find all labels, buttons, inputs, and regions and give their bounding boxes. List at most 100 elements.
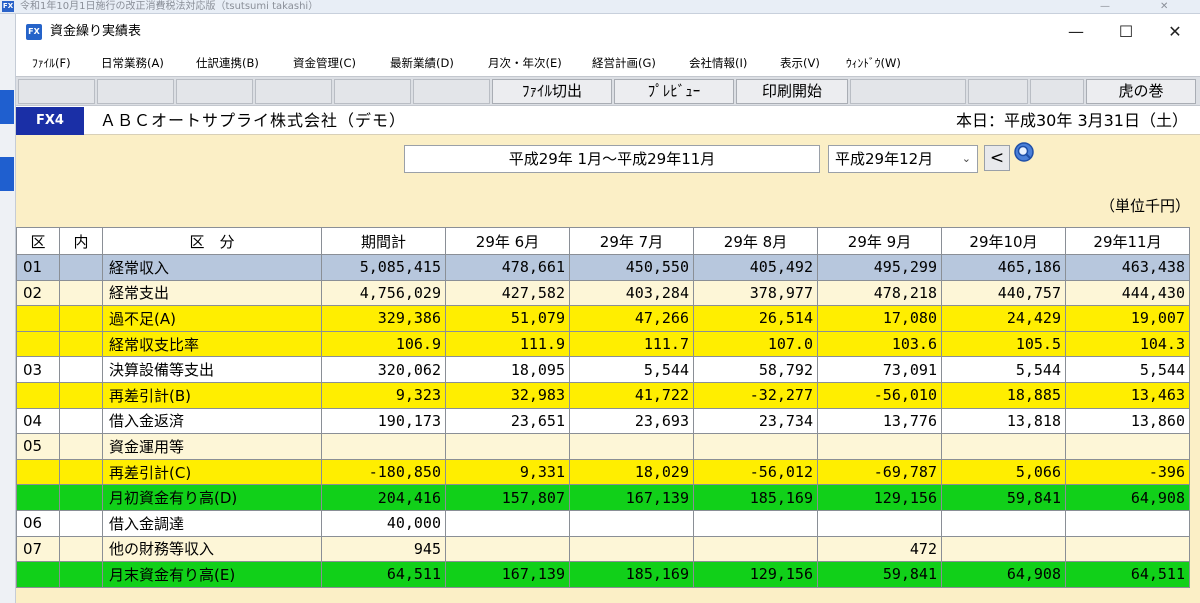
menu-latest-results[interactable]: 最新業績(D): [390, 50, 454, 76]
value-cell[interactable]: 465,186: [941, 254, 1066, 281]
toolbar-slot[interactable]: [97, 79, 174, 104]
value-cell[interactable]: [1065, 509, 1190, 537]
value-cell[interactable]: 190,173: [321, 407, 446, 435]
menu-daily-work[interactable]: 日常業務(A): [101, 50, 164, 76]
row-inner-cell[interactable]: [59, 381, 103, 409]
value-cell[interactable]: 427,582: [445, 279, 570, 307]
search-icon[interactable]: [1012, 141, 1038, 165]
value-cell[interactable]: 26,514: [693, 305, 818, 332]
row-label-cell[interactable]: 借入金調達: [102, 509, 322, 537]
value-cell[interactable]: 111.9: [445, 330, 570, 358]
menu-fund-management[interactable]: 資金管理(C): [293, 50, 356, 76]
column-header[interactable]: 区: [16, 227, 60, 255]
value-cell[interactable]: 13,860: [1065, 407, 1190, 435]
row-inner-cell[interactable]: [59, 305, 103, 332]
menu-view[interactable]: 表示(V): [780, 50, 820, 76]
print-button[interactable]: 印刷開始: [736, 79, 848, 104]
value-cell[interactable]: 4,756,029: [321, 279, 446, 307]
value-cell[interactable]: 64,511: [1065, 561, 1190, 588]
value-cell[interactable]: -69,787: [817, 458, 942, 486]
value-cell[interactable]: -396: [1065, 458, 1190, 486]
value-cell[interactable]: 17,080: [817, 305, 942, 332]
toolbar-slot[interactable]: [255, 79, 332, 104]
value-cell[interactable]: 320,062: [321, 356, 446, 383]
row-code-cell[interactable]: [16, 458, 60, 486]
value-cell[interactable]: 5,544: [1065, 356, 1190, 383]
value-cell[interactable]: 5,544: [941, 356, 1066, 383]
value-cell[interactable]: 167,139: [569, 484, 694, 511]
value-cell[interactable]: 19,007: [1065, 305, 1190, 332]
value-cell[interactable]: [1065, 535, 1190, 563]
value-cell[interactable]: 41,722: [569, 381, 694, 409]
value-cell[interactable]: 478,218: [817, 279, 942, 307]
column-header[interactable]: 29年 6月: [445, 227, 570, 255]
column-header[interactable]: 29年 9月: [817, 227, 942, 255]
value-cell[interactable]: [569, 433, 694, 460]
row-label-cell[interactable]: 再差引計(C): [102, 458, 322, 486]
value-cell[interactable]: 5,085,415: [321, 254, 446, 281]
value-cell[interactable]: [693, 535, 818, 563]
row-inner-cell[interactable]: [59, 458, 103, 486]
row-label-cell[interactable]: 経常収支比率: [102, 330, 322, 358]
table-row[interactable]: 04 借入金返済 190,173 23,651 23,693 23,734 13,776 13…: [16, 407, 1190, 435]
value-cell[interactable]: 13,463: [1065, 381, 1190, 409]
row-label-cell[interactable]: 資金運用等: [102, 433, 322, 460]
value-cell[interactable]: -32,277: [693, 381, 818, 409]
row-inner-cell[interactable]: [59, 254, 103, 281]
value-cell[interactable]: 129,156: [817, 484, 942, 511]
value-cell[interactable]: 40,000: [321, 509, 446, 537]
value-cell[interactable]: [569, 509, 694, 537]
value-cell[interactable]: 13,818: [941, 407, 1066, 435]
tora-no-maki-button[interactable]: 虎の巻: [1086, 79, 1196, 104]
row-code-cell[interactable]: 01: [16, 254, 60, 281]
value-cell[interactable]: [817, 509, 942, 537]
value-cell[interactable]: 73,091: [817, 356, 942, 383]
value-cell[interactable]: 478,661: [445, 254, 570, 281]
month-select[interactable]: 平成29年12月 ⌄: [828, 145, 978, 173]
row-code-cell[interactable]: 02: [16, 279, 60, 307]
menu-business-plan[interactable]: 経営計画(G): [592, 50, 656, 76]
value-cell[interactable]: [321, 433, 446, 460]
row-label-cell[interactable]: 経常収入: [102, 254, 322, 281]
value-cell[interactable]: [1065, 433, 1190, 460]
column-header[interactable]: 区 分: [102, 227, 322, 255]
row-inner-cell[interactable]: [59, 509, 103, 537]
value-cell[interactable]: 329,386: [321, 305, 446, 332]
value-cell[interactable]: 495,299: [817, 254, 942, 281]
preview-button[interactable]: ﾌﾟﾚﾋﾞｭｰ: [614, 79, 734, 104]
table-row[interactable]: 01 経常収入 5,085,415 478,661 450,550 405,492 495,…: [16, 254, 1190, 281]
value-cell[interactable]: 103.6: [817, 330, 942, 358]
value-cell[interactable]: 107.0: [693, 330, 818, 358]
table-row[interactable]: 03 決算設備等支出 320,062 18,095 5,544 58,792 73,091 5…: [16, 356, 1190, 383]
row-inner-cell[interactable]: [59, 279, 103, 307]
toolbar-slot[interactable]: [18, 79, 95, 104]
value-cell[interactable]: [693, 509, 818, 537]
toolbar-slot[interactable]: [413, 79, 490, 104]
row-inner-cell[interactable]: [59, 433, 103, 460]
maximize-icon[interactable]: ☐: [1101, 14, 1151, 50]
value-cell[interactable]: 18,885: [941, 381, 1066, 409]
value-cell[interactable]: 9,331: [445, 458, 570, 486]
row-code-cell[interactable]: [16, 484, 60, 511]
value-cell[interactable]: 405,492: [693, 254, 818, 281]
menu-journal-link[interactable]: 仕訳連携(B): [196, 50, 259, 76]
row-label-cell[interactable]: 経常支出: [102, 279, 322, 307]
value-cell[interactable]: 167,139: [445, 561, 570, 588]
value-cell[interactable]: 64,908: [1065, 484, 1190, 511]
menu-window[interactable]: ｳｨﾝﾄﾞｳ(W): [846, 50, 901, 76]
value-cell[interactable]: 23,651: [445, 407, 570, 435]
toolbar-slot[interactable]: [968, 79, 1028, 104]
value-cell[interactable]: 51,079: [445, 305, 570, 332]
row-inner-cell[interactable]: [59, 561, 103, 588]
value-cell[interactable]: 945: [321, 535, 446, 563]
value-cell[interactable]: 64,908: [941, 561, 1066, 588]
table-row[interactable]: 月末資金有り高(E) 64,511 167,139 185,169 129,156 59,…: [16, 561, 1190, 588]
value-cell[interactable]: [445, 433, 570, 460]
close-icon[interactable]: ✕: [1150, 14, 1200, 50]
value-cell[interactable]: 47,266: [569, 305, 694, 332]
table-row[interactable]: 再差引計(C) -180,850 9,331 18,029 -56,012 -69,787…: [16, 458, 1190, 486]
value-cell[interactable]: 440,757: [941, 279, 1066, 307]
row-label-cell[interactable]: 決算設備等支出: [102, 356, 322, 383]
row-code-cell[interactable]: 03: [16, 356, 60, 383]
period-range-field[interactable]: 平成29年 1月～平成29年11月: [404, 145, 820, 173]
